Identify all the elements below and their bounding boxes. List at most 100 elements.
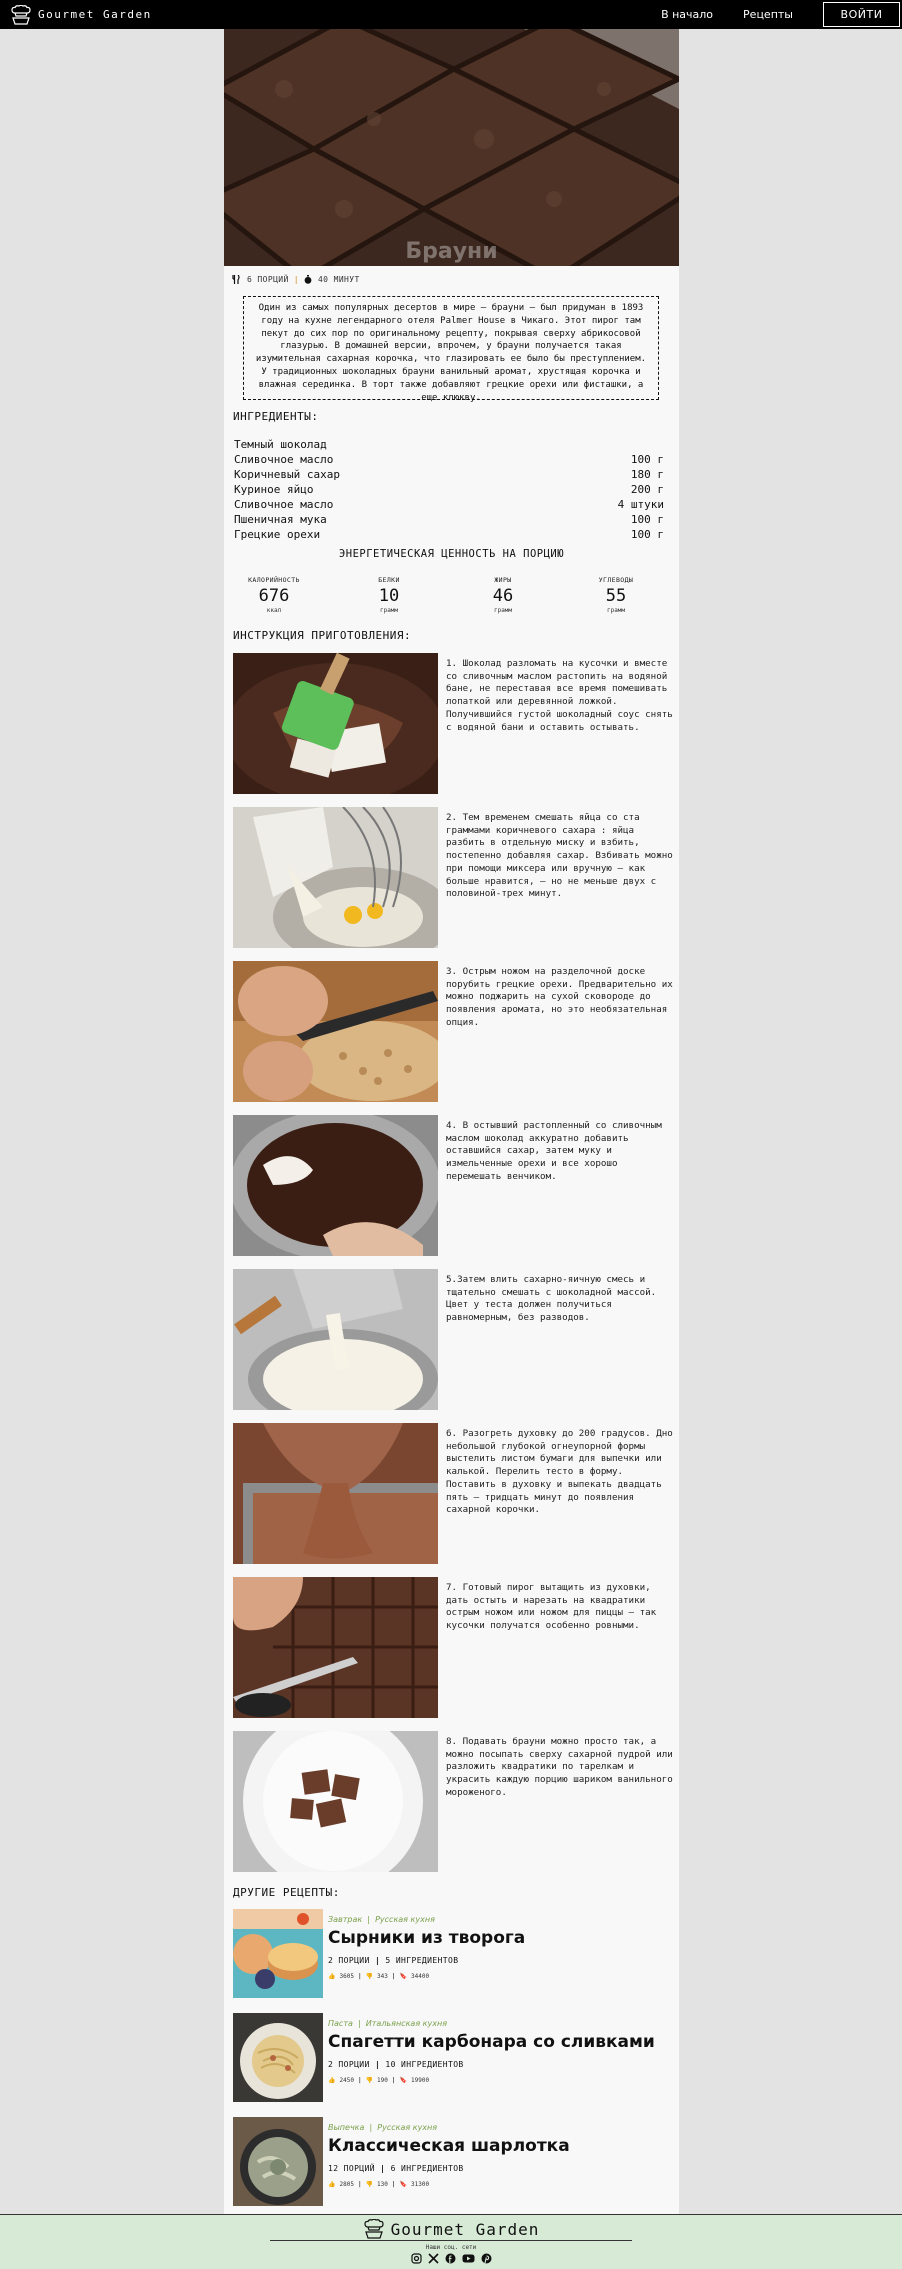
chef-hat-icon <box>11 4 31 25</box>
recipe-card[interactable]: Паста | Итальянская кухня Спагетти карбо… <box>233 2013 673 2105</box>
ingredient-name: Темный шоколад <box>234 438 327 451</box>
bookmark-icon[interactable]: 🔖 <box>400 2077 407 2084</box>
recipe-card-stats: 👍 2805 | 👎 130 | 🔖 31300 <box>328 2181 430 2188</box>
recipe-card-category[interactable]: Выпечка | Русская кухня <box>328 2123 437 2132</box>
saves-count: 31300 <box>411 2181 430 2188</box>
nutrition-label: ЖИРЫ <box>494 576 512 584</box>
nutrition-protein: БЕЛКИ 10 грамм <box>354 576 424 614</box>
recipe-card-title[interactable]: Классическая шарлотка <box>328 2136 570 2156</box>
recipe-card-image <box>233 1909 323 1998</box>
ingredient-name: Грецкие орехи <box>234 528 321 541</box>
recipe-card-category[interactable]: Завтрак | Русская кухня <box>328 1915 435 1924</box>
category-label: Завтрак <box>328 1915 363 1924</box>
step-5-text: 5.Затем влить сахарно-яичную смесь и тща… <box>446 1274 657 1324</box>
ingredient-qty: 100 г <box>630 453 664 466</box>
ingredient-name: Сливочное масло <box>234 498 334 511</box>
cooking-time-text: 40 МИНУТ <box>317 275 360 284</box>
ingredient-name: Коричневый сахар <box>234 468 340 481</box>
pinterest-icon[interactable] <box>481 2253 492 2264</box>
step-8-text: 8. Подавать брауни можно просто так, а м… <box>446 1736 673 1798</box>
nutrition-value: 10 <box>378 586 400 606</box>
recipe-card-image <box>233 2117 323 2206</box>
like-icon[interactable]: 👍 <box>328 2077 335 2084</box>
step-6-image <box>233 1423 438 1564</box>
ingredient-row: Сливочное масло 100 г <box>234 452 664 467</box>
brand-logo[interactable]: Gourmet Garden <box>10 4 152 25</box>
step-3-text: 3. Острым ножом на разделочной доске пор… <box>446 966 673 1028</box>
nutrition-label: КАЛОРИЙНОСТЬ <box>248 576 300 584</box>
recipe-card-category[interactable]: Паста | Итальянская кухня <box>328 2019 447 2028</box>
nutrition-calories: КАЛОРИЙНОСТЬ 676 ккал <box>239 576 309 614</box>
ingredient-name: Куриное яйцо <box>234 483 314 496</box>
nutrition-value: 676 <box>258 586 290 606</box>
ingredient-row: Пшеничная мука 100 г <box>234 512 664 527</box>
ingredient-qty: 4 штуки <box>617 498 664 511</box>
recipe-card[interactable]: Выпечка | Русская кухня Классическая шар… <box>233 2117 673 2209</box>
step-2-image <box>233 807 438 948</box>
ingredient-row: Грецкие орехи 100 г <box>234 527 664 542</box>
likes-count: 2450 <box>339 2077 354 2084</box>
login-button[interactable]: ВОЙТИ <box>823 2 900 27</box>
recipe-card[interactable]: Завтрак | Русская кухня Сырники из творо… <box>233 1909 673 2001</box>
dislikes-count: 343 <box>377 1973 388 1980</box>
dislike-icon[interactable]: 👎 <box>366 2181 373 2188</box>
nav-menu: В начало Рецепты ВОЙТИ <box>661 0 902 29</box>
brand-name: Gourmet Garden <box>38 8 152 21</box>
instagram-icon[interactable] <box>410 2253 422 2264</box>
like-icon[interactable]: 👍 <box>328 2181 335 2188</box>
recipe-card-servings: 12 ПОРЦИЙ <box>328 2164 375 2173</box>
dislike-icon[interactable]: 👎 <box>366 1973 373 1980</box>
nav-recipes-link[interactable]: Рецепты <box>743 8 793 21</box>
nutrition-carbs: УГЛЕВОДЫ 55 грамм <box>581 576 651 614</box>
footer-logo[interactable]: Gourmet Garden <box>0 2219 902 2239</box>
ingredients-list: Темный шоколад Сливочное масло 100 г Кори… <box>234 437 664 542</box>
chef-hat-icon <box>363 2219 384 2239</box>
recipe-content: Брауни 6 ПОРЦИЙ | 40 МИНУТ Один из самых… <box>224 29 679 2214</box>
recipe-card-servings: 2 ПОРЦИИ <box>328 1956 370 1965</box>
other-recipes-heading: ДРУГИЕ РЕЦЕПТЫ: <box>233 1886 340 1899</box>
step-1-image <box>233 653 438 794</box>
like-icon[interactable]: 👍 <box>328 1973 335 1980</box>
ingredient-qty: 100 г <box>630 528 664 541</box>
dislikes-count: 130 <box>377 2181 388 2188</box>
recipe-card-meta: 12 ПОРЦИЙ | 6 ИНГРЕДИЕНТОВ <box>328 2164 464 2173</box>
nutrition-label: БЕЛКИ <box>378 576 400 584</box>
social-icons <box>0 2253 902 2264</box>
instructions-heading: ИНСТРУКЦИЯ ПРИГОТОВЛЕНИЯ: <box>233 629 412 642</box>
recipe-card-title[interactable]: Спагетти карбонара со сливками <box>328 2032 655 2052</box>
bookmark-icon[interactable]: 🔖 <box>400 2181 407 2188</box>
footer-brand-name: Gourmet Garden <box>390 2219 540 2239</box>
saves-count: 34400 <box>411 1973 430 1980</box>
step-5-image <box>233 1269 438 1410</box>
nutrition-unit: грамм <box>379 607 399 614</box>
recipe-card-meta: 2 ПОРЦИИ | 10 ИНГРЕДИЕНТОВ <box>328 2060 464 2069</box>
ingredient-qty: 100 г <box>630 513 664 526</box>
category-label: Выпечка <box>328 2123 365 2132</box>
ingredient-name: Пшеничная мука <box>234 513 327 526</box>
recipe-title: Брауни <box>405 239 498 264</box>
recipe-meta: 6 ПОРЦИЙ | 40 МИНУТ <box>232 275 360 284</box>
likes-count: 2805 <box>339 2181 354 2188</box>
social-label: Наши соц. сети <box>425 2244 477 2251</box>
bookmark-icon[interactable]: 🔖 <box>400 1973 407 1980</box>
facebook-icon[interactable] <box>445 2253 456 2264</box>
dislike-icon[interactable]: 👎 <box>366 2077 373 2084</box>
step-4-text: 4. В остывший растопленный со сливочным … <box>446 1120 662 1182</box>
nutrition-heading: ЭНЕРГЕТИЧЕСКАЯ ЦЕННОСТЬ НА ПОРЦИЮ <box>338 548 565 560</box>
ingredient-row: Коричневый сахар 180 г <box>234 467 664 482</box>
youtube-icon[interactable] <box>462 2253 475 2264</box>
recipe-card-ingredients: 6 ИНГРЕДИЕНТОВ <box>390 2164 464 2173</box>
nutrition-unit: ккал <box>266 607 282 614</box>
ingredient-row: Куриное яйцо 200 г <box>234 482 664 497</box>
x-twitter-icon[interactable] <box>427 2253 439 2264</box>
recipe-card-title[interactable]: Сырники из творога <box>328 1928 525 1948</box>
recipe-card-ingredients: 5 ИНГРЕДИЕНТОВ <box>385 1956 459 1965</box>
nutrition-unit: грамм <box>493 607 513 614</box>
timer-icon <box>304 275 312 284</box>
recipe-card-image <box>233 2013 323 2102</box>
step-7-image <box>233 1577 438 1718</box>
servings-icon <box>232 275 240 284</box>
servings-text: 6 ПОРЦИЙ <box>247 275 289 284</box>
nav-home-link[interactable]: В начало <box>661 8 713 21</box>
cuisine-label: Русская кухня <box>375 1915 435 1924</box>
